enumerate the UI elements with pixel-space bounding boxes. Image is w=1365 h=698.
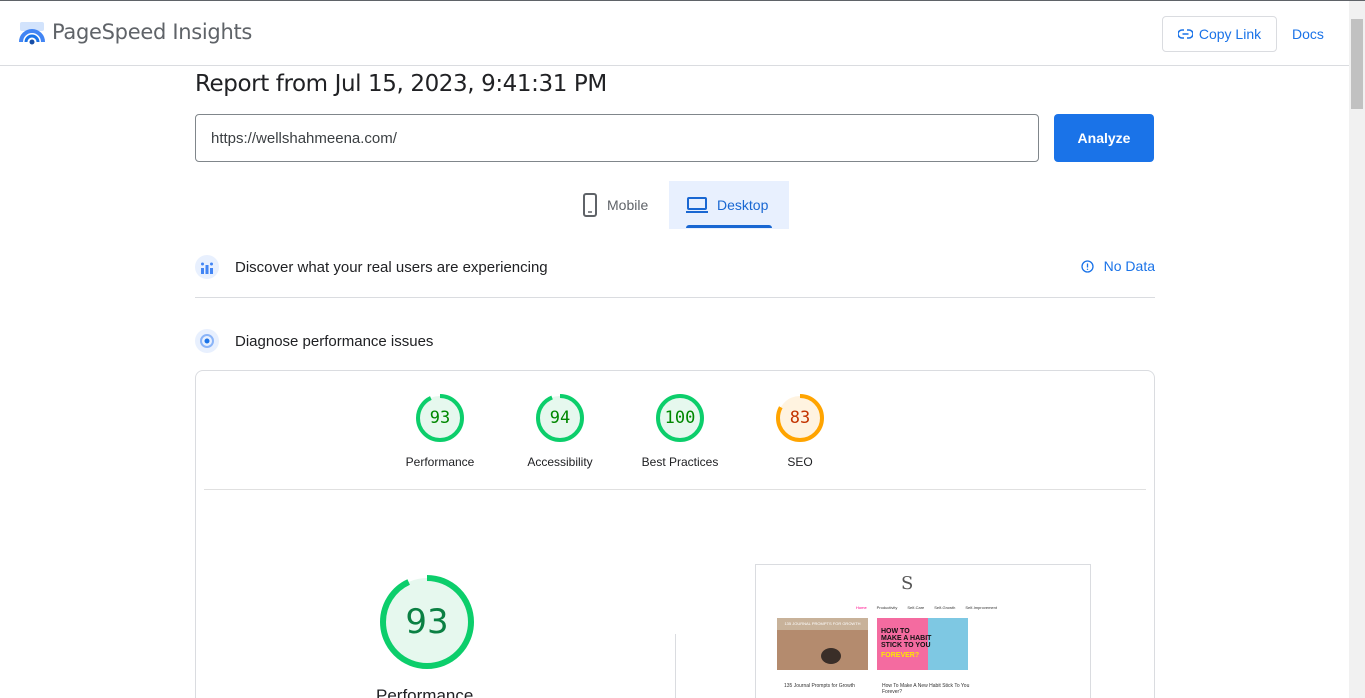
gauge-label: SEO xyxy=(787,455,813,469)
diagnose-section: Diagnose performance issues xyxy=(195,329,1155,353)
gauge-score: 94 xyxy=(549,408,571,428)
post-image-journal: 135 JOURNAL PROMPTS FOR GROWTH xyxy=(777,618,868,670)
site-nav-item: Self-Improvement xyxy=(965,605,997,610)
copy-link-button[interactable]: Copy Link xyxy=(1162,16,1277,52)
score-gauge-seo[interactable]: 83 SEO xyxy=(745,393,855,469)
post-caption: How To Make A New Habit Stick To You For… xyxy=(882,683,970,695)
link-icon xyxy=(1177,29,1193,39)
site-nav-item: Self-Growth xyxy=(934,605,956,610)
copy-link-label: Copy Link xyxy=(1198,26,1262,42)
scores-card: 93 Performance 94 Accessibility 100 Best Prac… xyxy=(195,370,1155,698)
analyze-button[interactable]: Analyze xyxy=(1054,114,1154,162)
laptop-icon xyxy=(686,197,708,213)
phone-icon xyxy=(583,193,597,217)
gauge-label: Performance xyxy=(405,455,475,469)
no-data-label: No Data xyxy=(1103,258,1155,274)
url-input[interactable] xyxy=(195,114,1039,162)
gauge-ring: 94 xyxy=(535,393,585,443)
scrollbar[interactable] xyxy=(1349,1,1365,698)
site-nav-item: Productivity xyxy=(876,605,898,610)
gauge-score: 100 xyxy=(664,408,696,428)
real-users-title: Discover what your real users are experi… xyxy=(235,258,548,276)
gauge-ring: 83 xyxy=(775,393,825,443)
card-divider xyxy=(204,489,1146,490)
gauge-ring: 93 xyxy=(415,393,465,443)
coffee-cup-shape xyxy=(821,648,841,664)
scrollbar-thumb[interactable] xyxy=(1351,19,1363,109)
docs-link[interactable]: Docs xyxy=(1292,26,1324,42)
tab-active-indicator xyxy=(686,225,772,228)
gauge-score: 93 xyxy=(429,408,451,428)
tab-mobile[interactable]: Mobile xyxy=(565,181,669,229)
gauge-score: 83 xyxy=(789,408,811,428)
image-blue-block xyxy=(928,618,968,670)
diagnose-icon xyxy=(195,329,219,353)
post-image-title-line: HOW TO xyxy=(881,628,910,635)
post-image-title-line: MAKE A HABIT xyxy=(881,635,932,642)
report-title: Report from Jul 15, 2023, 9:41:31 PM xyxy=(195,71,607,97)
performance-big-score: 93 xyxy=(405,602,449,642)
site-nav-item: Home xyxy=(856,605,867,610)
no-data-status[interactable]: No Data xyxy=(1080,258,1155,274)
gauge-label: Accessibility xyxy=(527,455,593,469)
real-users-section[interactable]: Discover what your real users are experi… xyxy=(195,255,1155,279)
tab-desktop[interactable]: Desktop xyxy=(669,181,789,229)
pagespeed-logo-icon xyxy=(19,22,45,45)
top-bar: PageSpeed Insights Copy Link Docs xyxy=(0,1,1349,66)
score-gauge-best-practices[interactable]: 100 Best Practices xyxy=(625,393,735,469)
post-image-highlight: FOREVER? xyxy=(881,652,920,659)
info-icon xyxy=(1080,259,1094,273)
tab-desktop-label: Desktop xyxy=(717,197,769,213)
site-nav-item: Self-Care xyxy=(907,605,925,610)
score-gauge-accessibility[interactable]: 94 Accessibility xyxy=(505,393,615,469)
tab-mobile-label: Mobile xyxy=(607,197,649,213)
score-gauge-performance[interactable]: 93 Performance xyxy=(385,393,495,469)
performance-big-label: Performance xyxy=(376,686,474,698)
diagnose-title: Diagnose performance issues xyxy=(235,332,434,350)
post-image-title: HOW TO MAKE A HABIT STICK TO YOU xyxy=(881,628,931,649)
post-image-header: 135 JOURNAL PROMPTS FOR GROWTH xyxy=(777,618,868,630)
page: PageSpeed Insights Copy Link Docs Report… xyxy=(0,0,1365,698)
section-divider xyxy=(195,297,1155,298)
post-image-title-line: STICK TO YOU xyxy=(881,642,931,649)
site-logo: S xyxy=(901,573,914,594)
post-image-habit: HOW TO MAKE A HABIT STICK TO YOU FOREVER… xyxy=(877,618,968,670)
vertical-separator xyxy=(675,634,676,698)
users-chart-icon xyxy=(195,255,219,279)
post-caption: 135 Journal Prompts for Growth xyxy=(784,683,855,689)
site-nav: Home Productivity Self-Care Self-Growth … xyxy=(856,605,997,610)
gauge-ring: 100 xyxy=(655,393,705,443)
app-title: PageSpeed Insights xyxy=(52,20,253,44)
gauge-label: Best Practices xyxy=(641,455,719,469)
page-screenshot-thumbnail: S Home Productivity Self-Care Self-Growt… xyxy=(755,564,1091,698)
